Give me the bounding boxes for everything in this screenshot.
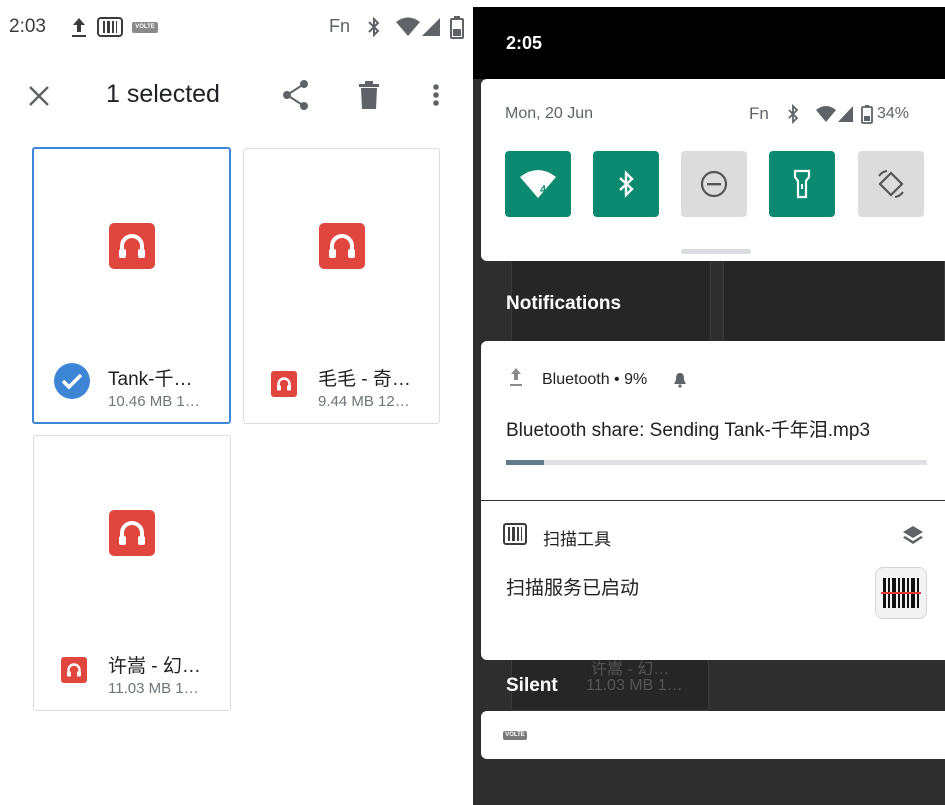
bluetooth-tile[interactable] bbox=[593, 151, 659, 217]
music-file-small-icon bbox=[61, 657, 87, 683]
notification-app-name: Bluetooth • 9% bbox=[542, 371, 648, 388]
bluetooth-icon bbox=[619, 170, 634, 198]
selected-check-icon bbox=[54, 363, 90, 399]
scanner-notification[interactable]: 扫描工具 扫描服务已启动 bbox=[481, 501, 945, 660]
music-file-small-icon bbox=[271, 371, 297, 397]
upload-icon bbox=[510, 368, 522, 386]
silent-section-header: Silent bbox=[506, 675, 558, 696]
background-file-name: 许嵩 - 幻… bbox=[591, 661, 670, 678]
alert-bell-icon bbox=[674, 373, 686, 388]
transfer-progress-bar bbox=[506, 460, 927, 465]
file-card-1[interactable]: Tank-千… 10.46 MB 1… bbox=[32, 147, 231, 424]
notification-app-name: 扫描工具 bbox=[543, 530, 611, 549]
do-not-disturb-icon bbox=[700, 170, 728, 198]
wifi-icon bbox=[396, 17, 420, 36]
shade-time: 2:05 bbox=[506, 33, 543, 53]
bluetooth-icon bbox=[368, 16, 380, 38]
battery-icon bbox=[450, 16, 464, 39]
notification-text: Bluetooth share: Sending Tank-千年泪.mp3 bbox=[506, 420, 871, 441]
fn-indicator: Fn bbox=[749, 104, 769, 123]
status-time: 2:03 bbox=[9, 16, 46, 37]
expand-handle[interactable] bbox=[681, 249, 751, 254]
file-name: 许嵩 - 幻… bbox=[108, 656, 201, 677]
battery-icon bbox=[861, 105, 873, 124]
battery-percent: 34% bbox=[877, 105, 910, 122]
barcode-thumbnail bbox=[875, 567, 927, 619]
do-not-disturb-tile[interactable] bbox=[681, 151, 747, 217]
selection-toolbar: 1 selected bbox=[0, 58, 473, 134]
background-file-meta: 11.03 MB 1… bbox=[586, 677, 683, 694]
flashlight-icon bbox=[793, 169, 811, 199]
upload-icon bbox=[72, 18, 86, 37]
wifi-tile[interactable]: 4 bbox=[505, 151, 571, 217]
selection-count-title: 1 selected bbox=[106, 80, 220, 108]
wifi-icon bbox=[816, 106, 836, 122]
file-meta: 11.03 MB 1… bbox=[108, 680, 199, 697]
barcode-scanner-icon bbox=[97, 17, 123, 37]
volte-icon: VOLTE bbox=[503, 731, 527, 740]
music-file-icon bbox=[318, 223, 365, 269]
file-meta: 9.44 MB 12… bbox=[318, 393, 410, 410]
volte-notification[interactable]: VOLTE bbox=[481, 711, 945, 759]
close-icon[interactable] bbox=[25, 82, 53, 110]
svg-text:4: 4 bbox=[540, 184, 547, 196]
barcode-scanner-icon bbox=[503, 523, 527, 545]
transfer-progress-fill bbox=[506, 460, 544, 465]
wifi-icon: 4 bbox=[520, 170, 556, 198]
music-file-icon bbox=[109, 510, 155, 556]
bluetooth-icon bbox=[788, 103, 799, 125]
notification-text: 扫描服务已启动 bbox=[506, 578, 640, 599]
quick-settings-panel: Mon, 20 Jun Fn 34% 4 bbox=[481, 79, 945, 261]
notification-shade: 2:05 Mon, 20 Jun Fn 34% 4 Notifications … bbox=[473, 7, 945, 805]
delete-icon[interactable] bbox=[356, 78, 382, 112]
auto-rotate-tile[interactable] bbox=[858, 151, 924, 217]
music-file-icon bbox=[108, 223, 155, 269]
more-options-icon[interactable] bbox=[428, 78, 444, 112]
bluetooth-share-notification[interactable]: Bluetooth • 9% Bluetooth share: Sending … bbox=[481, 341, 945, 500]
file-name: Tank-千… bbox=[108, 369, 193, 390]
file-card-2[interactable]: 毛毛 - 奇… 9.44 MB 12… bbox=[243, 148, 440, 424]
flashlight-tile[interactable] bbox=[769, 151, 835, 217]
file-browser-screen: 2:03 VOLTE Fn 1 selected Tank-千… 10.46 M… bbox=[0, 0, 473, 805]
cellular-signal-icon bbox=[422, 18, 440, 36]
layers-icon[interactable] bbox=[902, 525, 924, 545]
notifications-section-header: Notifications bbox=[506, 293, 622, 314]
barcode-icon bbox=[881, 578, 921, 608]
background-file-card bbox=[723, 259, 945, 345]
cellular-signal-icon bbox=[838, 106, 853, 122]
file-name: 毛毛 - 奇… bbox=[318, 369, 411, 390]
shade-status-bar: 2:05 bbox=[473, 7, 945, 79]
fn-indicator: Fn bbox=[329, 16, 351, 36]
auto-rotate-icon bbox=[878, 170, 904, 198]
status-bar: 2:03 VOLTE Fn bbox=[0, 0, 473, 58]
date-label: Mon, 20 Jun bbox=[505, 105, 594, 122]
share-icon[interactable] bbox=[281, 78, 311, 112]
file-meta: 10.46 MB 1… bbox=[108, 393, 200, 410]
volte-icon: VOLTE bbox=[132, 22, 158, 33]
file-card-3[interactable]: 许嵩 - 幻… 11.03 MB 1… bbox=[33, 435, 231, 711]
